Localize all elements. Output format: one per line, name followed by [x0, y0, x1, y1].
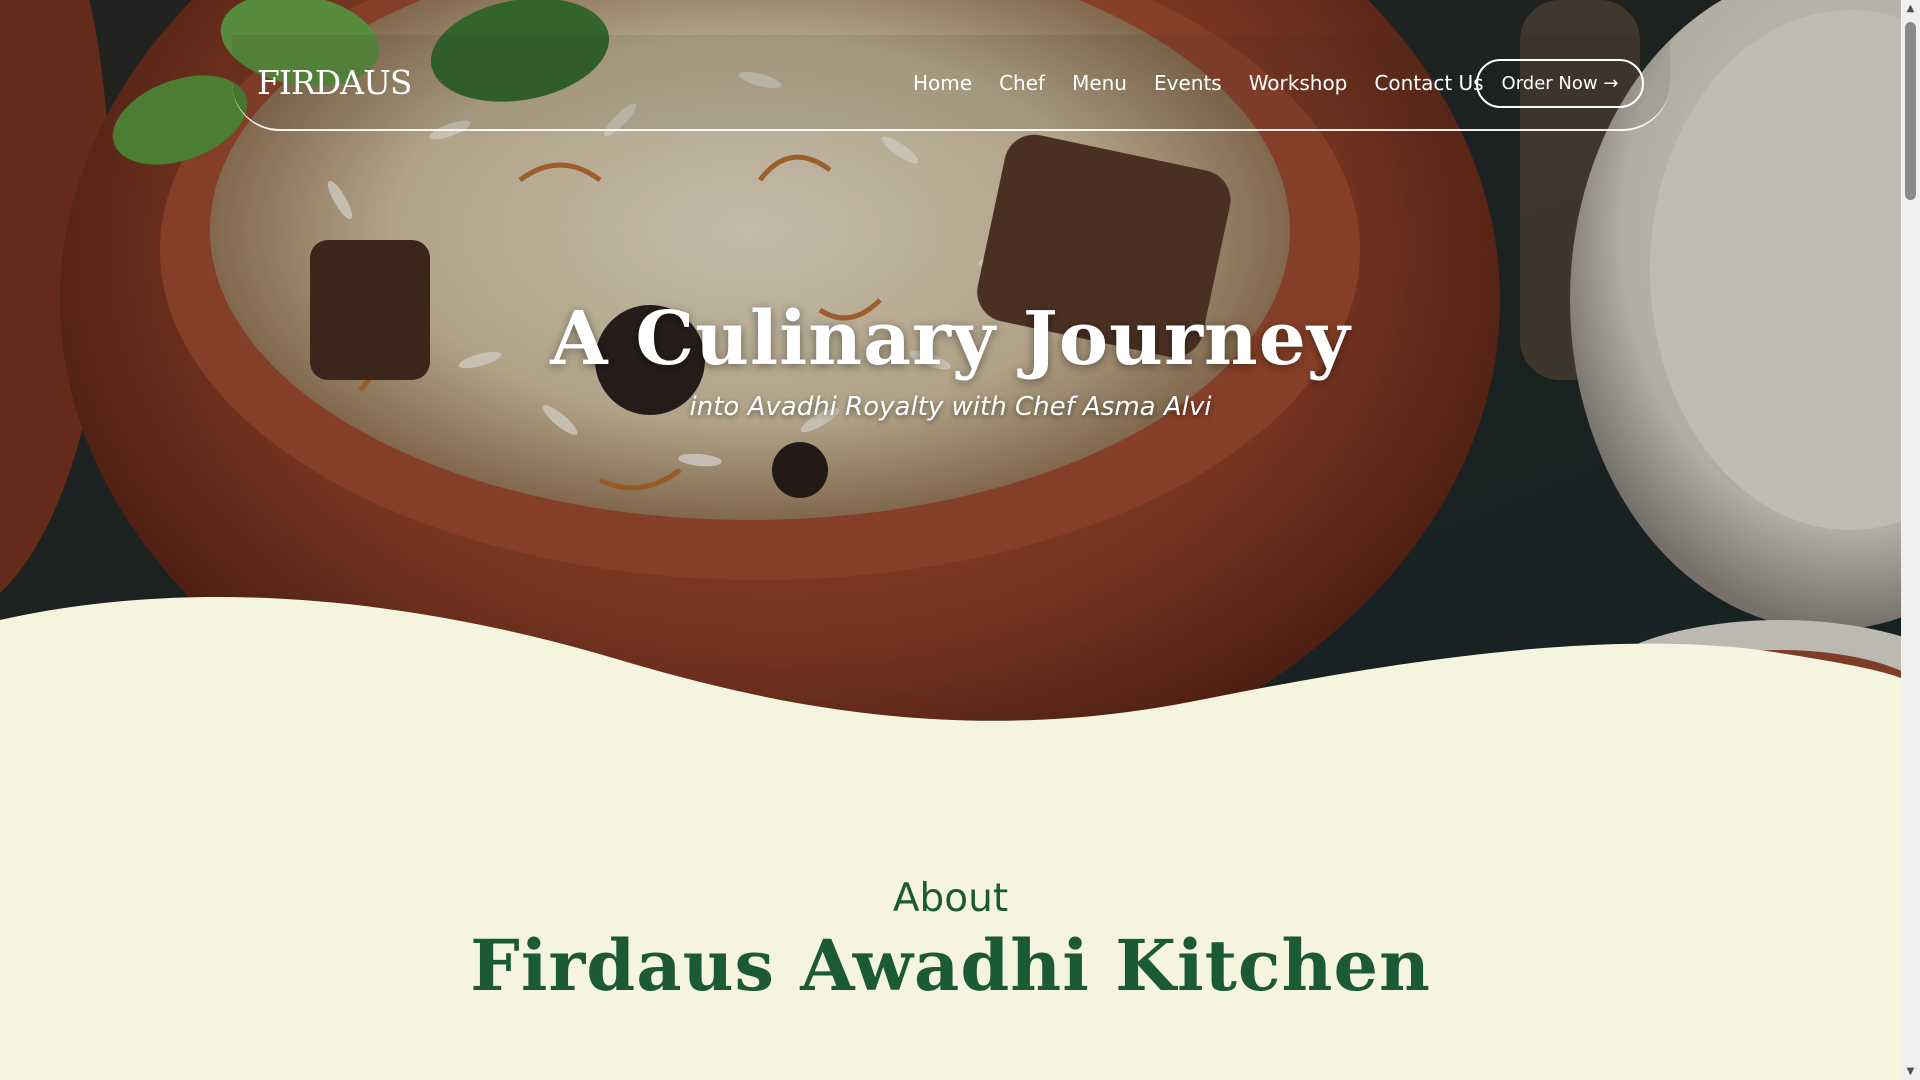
nav-link-menu[interactable]: Menu [1072, 71, 1127, 95]
top-navbar: FIRDAUS Home Chef Menu Events Workshop C… [232, 35, 1670, 131]
brand-logo[interactable]: FIRDAUS [257, 63, 412, 102]
nav-link-chef[interactable]: Chef [999, 71, 1045, 95]
order-now-button[interactable]: Order Now → [1476, 59, 1644, 108]
hero-section: FIRDAUS Home Chef Menu Events Workshop C… [0, 0, 1901, 740]
scroll-up-arrow-icon[interactable]: ▲ [1901, 0, 1920, 17]
page: FIRDAUS Home Chef Menu Events Workshop C… [0, 0, 1901, 1080]
nav-link-workshop[interactable]: Workshop [1249, 71, 1348, 95]
wave-divider [0, 596, 1901, 740]
nav-link-events[interactable]: Events [1154, 71, 1222, 95]
scroll-thumb[interactable] [1905, 22, 1916, 200]
nav-link-contact[interactable]: Contact Us [1374, 71, 1483, 95]
hero-title: A Culinary Journey [550, 296, 1351, 382]
hero-subtitle: into Avadhi Royalty with Chef Asma Alvi [689, 392, 1212, 422]
about-title: Firdaus Awadhi Kitchen [470, 924, 1431, 1007]
nav-links: Home Chef Menu Events Workshop Contact U… [913, 71, 1484, 95]
nav-link-home[interactable]: Home [913, 71, 972, 95]
vertical-scrollbar[interactable]: ▲ ▼ [1901, 0, 1920, 1080]
about-kicker: About [892, 876, 1009, 921]
scroll-down-arrow-icon[interactable]: ▼ [1901, 1063, 1920, 1080]
